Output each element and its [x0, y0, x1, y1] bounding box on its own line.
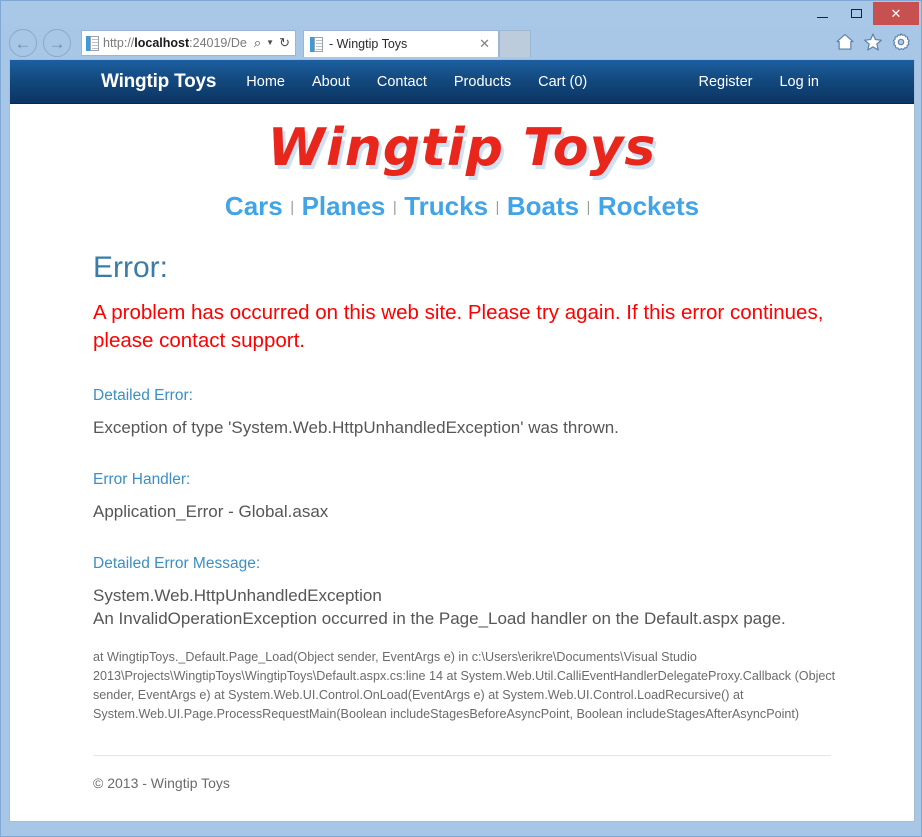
category-links: Cars | Planes | Trucks | Boats | Rockets — [93, 177, 831, 228]
error-handler-body: Application_Error - Global.asax — [93, 501, 329, 521]
tab-favicon-icon — [310, 36, 323, 52]
category-separator: | — [586, 199, 591, 217]
nav-link-register[interactable]: Register — [698, 74, 752, 90]
maximize-icon — [850, 9, 862, 18]
nav-link-login[interactable]: Log in — [779, 74, 819, 90]
browser-toolbar: ← → http://localhost:24019/De ⌕ ▼ ↻ - Wi… — [1, 26, 921, 59]
favorites-star-icon[interactable] — [863, 32, 883, 52]
address-bar[interactable]: http://localhost:24019/De ⌕ ▼ ↻ — [81, 30, 296, 56]
url-suffix: :24019/De — [189, 36, 247, 50]
site-logo: Wingtip Toys — [267, 118, 657, 178]
error-message: A problem has occurred on this web site.… — [93, 301, 824, 353]
window-titlebar: ✕ — [1, 1, 921, 26]
nav-link-cart[interactable]: Cart (0) — [538, 74, 587, 90]
browser-icon-group — [835, 32, 911, 52]
close-icon: ✕ — [890, 6, 902, 21]
minimize-icon — [816, 16, 828, 18]
chevron-down-icon[interactable]: ▼ — [264, 32, 276, 54]
category-link-boats[interactable]: Boats — [507, 191, 579, 221]
detailed-error-message-body: System.Web.HttpUnhandledException An Inv… — [93, 586, 786, 628]
gear-icon[interactable] — [891, 32, 911, 52]
site-navigation-bar: Wingtip Toys Home About Contact Products… — [10, 60, 914, 104]
url-host: localhost — [134, 36, 190, 50]
back-button[interactable]: ← — [9, 29, 37, 57]
error-heading: Error: — [93, 251, 168, 285]
nav-link-home[interactable]: Home — [246, 74, 285, 90]
page-viewport: Wingtip Toys Home About Contact Products… — [9, 59, 915, 822]
page-content: Wingtip Toys Cars | Planes | Trucks | Bo… — [10, 104, 914, 791]
back-arrow-icon: ← — [14, 33, 32, 53]
maximize-button[interactable] — [839, 2, 873, 25]
nav-link-products[interactable]: Products — [454, 74, 511, 90]
detailed-error-message-label: Detailed Error Message: — [93, 554, 261, 572]
browser-window: ✕ ← → http://localhost:24019/De ⌕ ▼ ↻ - … — [0, 0, 922, 837]
footer-copyright: © 2013 - Wingtip Toys — [93, 775, 230, 792]
detailed-error-body: Exception of type 'System.Web.HttpUnhand… — [93, 417, 619, 437]
new-tab-button[interactable] — [499, 30, 531, 57]
tab-title: - Wingtip Toys — [329, 37, 408, 51]
browser-tab[interactable]: - Wingtip Toys ✕ — [303, 30, 499, 57]
category-link-cars[interactable]: Cars — [225, 191, 283, 221]
site-brand[interactable]: Wingtip Toys — [101, 71, 216, 93]
nav-link-about[interactable]: About — [312, 74, 350, 90]
url-text: http://localhost:24019/De — [103, 32, 251, 54]
page-icon — [86, 35, 99, 51]
account-links: Register Log in — [698, 74, 819, 90]
forward-button[interactable]: → — [43, 29, 71, 57]
refresh-icon[interactable]: ↻ — [276, 32, 293, 54]
nav-link-contact[interactable]: Contact — [377, 74, 427, 90]
category-link-planes[interactable]: Planes — [302, 191, 386, 221]
footer-divider — [93, 755, 831, 757]
url-prefix: http:// — [103, 36, 135, 50]
home-icon[interactable] — [835, 32, 855, 52]
error-handler-label: Error Handler: — [93, 470, 191, 488]
tab-strip: - Wingtip Toys ✕ — [303, 30, 531, 57]
minimize-button[interactable] — [805, 2, 839, 25]
window-controls: ✕ — [805, 2, 919, 25]
tab-close-icon[interactable]: ✕ — [475, 36, 494, 52]
search-icon[interactable]: ⌕ — [251, 32, 264, 54]
category-link-rockets[interactable]: Rockets — [598, 191, 699, 221]
close-button[interactable]: ✕ — [873, 2, 919, 25]
forward-arrow-icon: → — [48, 33, 66, 53]
category-separator: | — [392, 199, 397, 217]
category-link-trucks[interactable]: Trucks — [404, 191, 488, 221]
stack-trace: at WingtipToys._Default.Page_Load(Object… — [93, 649, 836, 722]
category-separator: | — [495, 199, 500, 217]
category-separator: | — [290, 199, 295, 217]
detailed-error-label: Detailed Error: — [93, 386, 193, 404]
